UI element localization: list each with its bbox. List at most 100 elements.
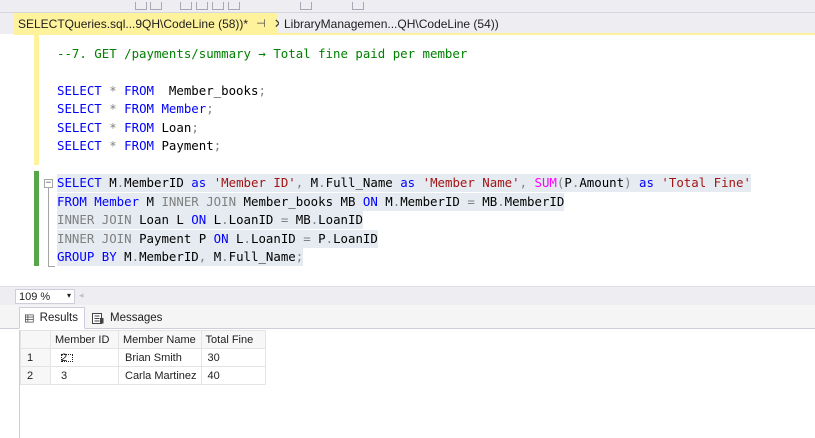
code-token: Payment P (131, 231, 214, 246)
code-token: . (243, 231, 251, 246)
query-line: GROUP BY M.MemberID, M.Full_Name; (57, 248, 304, 266)
code-token: * (101, 138, 125, 153)
query-line: INNER JOIN Payment P ON L.LoanID = P.Loa… (57, 230, 378, 248)
toolbar-button[interactable] (228, 2, 240, 10)
code-token: , (295, 175, 311, 190)
table-cell[interactable]: 30 (200, 348, 266, 367)
code-token: MemberID (124, 175, 192, 190)
code-token: 'Member ID' (213, 175, 296, 190)
header-row: Member ID Member Name Total Fine (20, 330, 266, 349)
code-token: . (325, 231, 334, 246)
code-token: Member (154, 101, 207, 116)
code-token: SELECT (57, 120, 102, 135)
code-token: . (131, 249, 140, 264)
code-token: = (467, 194, 475, 209)
code-token: Amount (579, 175, 625, 190)
grid-icon (25, 314, 34, 322)
pin-icon[interactable]: ⊣ (256, 17, 266, 30)
grid-corner[interactable] (20, 330, 51, 349)
unsaved-change-marker (34, 35, 39, 165)
code-token: MemberID (139, 249, 199, 264)
table-row[interactable]: 2 3 Carla Martinez 40 (20, 366, 266, 385)
code-token: as (639, 175, 654, 190)
code-token: ; (213, 138, 222, 153)
tab-selectqueries[interactable]: SELECTQueries.sql...9QH\CodeLine (58))* … (14, 13, 285, 34)
zoom-value: 109 % (19, 290, 51, 303)
code-token: M (116, 249, 132, 264)
table-cell[interactable]: Brian Smith (118, 348, 202, 367)
code-token: L (228, 231, 244, 246)
toolbar-strip (0, 0, 815, 13)
toolbar-button[interactable] (352, 2, 364, 10)
saved-change-marker (34, 171, 39, 266)
code-token: Member_books MB (236, 194, 363, 209)
scroll-left-icon[interactable]: ◂ (79, 290, 84, 301)
code-token: , (198, 249, 214, 264)
code-token: ; (191, 120, 199, 135)
code-token: * (101, 101, 125, 116)
code-token: M (139, 194, 162, 209)
code-token: ON (213, 231, 229, 246)
code-token: LoanID (333, 231, 378, 246)
row-number[interactable]: 2 (20, 366, 51, 385)
code-token: FROM (124, 83, 154, 98)
toolbar-button[interactable] (180, 2, 192, 10)
tab-messages[interactable]: Messages (87, 307, 169, 329)
code-token: M (101, 175, 117, 190)
code-token: ; (295, 249, 304, 264)
row-number[interactable]: 1 (20, 348, 51, 367)
code-token: LoanID (318, 212, 363, 227)
code-editor[interactable]: − --7. GET /payments/summary → Total fin… (0, 35, 815, 286)
code-token: ; (206, 101, 214, 116)
table-row[interactable]: 1 2 Brian Smith 30 (20, 348, 266, 367)
code-token: as (191, 175, 207, 190)
table-cell[interactable]: 3 (50, 366, 119, 385)
column-header[interactable]: Total Fine (200, 330, 266, 349)
toolbar-button[interactable] (212, 2, 224, 10)
code-token: , (519, 175, 535, 190)
collapse-icon[interactable]: − (44, 179, 53, 188)
chevron-down-icon[interactable]: ▾ (67, 291, 71, 300)
code-token: Loan L (131, 212, 192, 227)
document-tab-bar: SELECTQueries.sql...9QH\CodeLine (58))* … (0, 13, 815, 34)
toolbar-button[interactable] (150, 2, 162, 10)
table-cell[interactable]: 2 (50, 348, 119, 367)
code-token: MemberID (504, 194, 565, 209)
table-cell[interactable]: 40 (200, 366, 266, 385)
code-token: P (310, 231, 326, 246)
code-token: GROUP BY (57, 249, 117, 264)
query-line: INNER JOIN Loan L ON L.LoanID = MB.LoanI… (57, 211, 363, 229)
column-header[interactable]: Member ID (50, 330, 119, 349)
tab-results[interactable]: Results (19, 307, 85, 329)
code-token: as (400, 175, 416, 190)
code-token: 'Total Fine' (661, 175, 751, 190)
code-token: * (101, 120, 125, 135)
toolbar-button[interactable] (300, 2, 312, 10)
code-token: * (101, 83, 125, 98)
toolbar-button[interactable] (196, 2, 208, 10)
code-line: SELECT * FROM Member; (57, 100, 214, 118)
code-token: INNER JOIN (57, 231, 132, 246)
messages-icon (92, 312, 104, 324)
code-token: FROM (124, 101, 154, 116)
code-token: SUM (534, 175, 557, 190)
code-token: . (221, 249, 229, 264)
code-token: LoanID (250, 231, 304, 246)
zoom-select[interactable]: 109 % ▾ (15, 289, 75, 304)
code-token: . (318, 175, 326, 190)
code-token: ON (362, 194, 378, 209)
results-grid[interactable]: Member ID Member Name Total Fine 1 2 Bri… (19, 330, 815, 438)
code-token: . (221, 212, 229, 227)
code-token: INNER JOIN (161, 194, 237, 209)
tab-messages-label: Messages (110, 312, 163, 324)
table-cell[interactable]: Carla Martinez (118, 366, 202, 385)
column-header[interactable]: Member Name (118, 330, 202, 349)
toolbar-button[interactable] (135, 2, 147, 10)
code-token: Payment (154, 138, 214, 153)
code-token: LoanID (228, 212, 281, 227)
tab-librarymanagement[interactable]: LibraryManagemen...QH\CodeLine (54)) (279, 13, 509, 34)
results-table[interactable]: Member ID Member Name Total Fine 1 2 Bri… (20, 330, 266, 385)
tab-label: SELECTQueries.sql...9QH\CodeLine (58))* (18, 16, 249, 31)
